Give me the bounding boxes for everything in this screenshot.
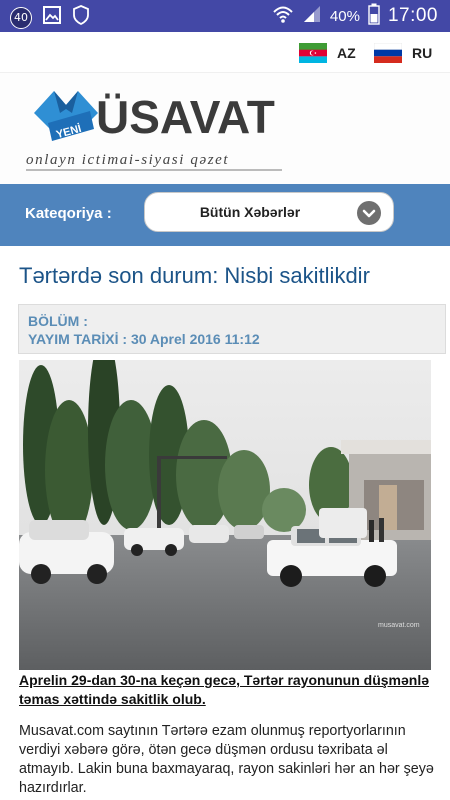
article-section: BÖLÜM : [28, 313, 88, 329]
photo-watermark: musavat.com [378, 622, 420, 629]
tagline-underline [26, 169, 282, 171]
language-az-label: AZ [337, 45, 356, 61]
battery-percent: 40% [329, 7, 360, 25]
article-body: Musavat.com saytının Tərtərə ezam olunmu… [19, 723, 434, 796]
battery-icon [368, 3, 380, 29]
shield-icon [72, 5, 90, 30]
wifi-icon [272, 4, 294, 28]
signal-icon [302, 4, 322, 28]
language-ru-label: RU [412, 45, 433, 61]
article-lead[interactable]: Aprelin 29-dan 30-na keçən gecə, Tərtər … [19, 671, 439, 709]
azerbaijan-flag-icon [299, 43, 327, 63]
category-label: Kateqoriya : [25, 205, 112, 222]
category-bar: Kateqoriya : Bütün Xəbərlər [0, 184, 450, 246]
site-header-logo[interactable]: YENİ ÜSAVAT onlayn ictimai-siyasi qəzet [0, 72, 450, 184]
gallery-icon [42, 5, 62, 30]
brand-wordmark: ÜSAVAT [96, 91, 275, 143]
article-meta-box: BÖLÜM : YAYIM TARİXİ : 30 Aprel 2016 11:… [18, 304, 446, 354]
language-bar: AZ RU [0, 32, 450, 72]
chevron-down-icon [357, 201, 381, 225]
article-title: Tərtərdə son durum: Nisbi sakitlikdir [19, 263, 370, 288]
article-photo[interactable] [19, 360, 431, 670]
clock: 17:00 [387, 5, 438, 26]
category-selected-value: Bütün Xəbərlər [199, 204, 301, 220]
language-ru-button[interactable]: RU [374, 43, 432, 63]
status-bar: 40 40% 17:00 [0, 0, 450, 32]
language-az-button[interactable]: AZ [299, 43, 356, 63]
russia-flag-icon [374, 43, 402, 63]
notification-count-badge: 40 [10, 6, 32, 29]
category-dropdown[interactable]: Bütün Xəbərlər [144, 192, 394, 232]
article-publish-date: YAYIM TARİXİ : 30 Aprel 2016 11:12 [28, 331, 260, 347]
brand-tagline: onlayn ictimai-siyasi qəzet [26, 152, 230, 168]
